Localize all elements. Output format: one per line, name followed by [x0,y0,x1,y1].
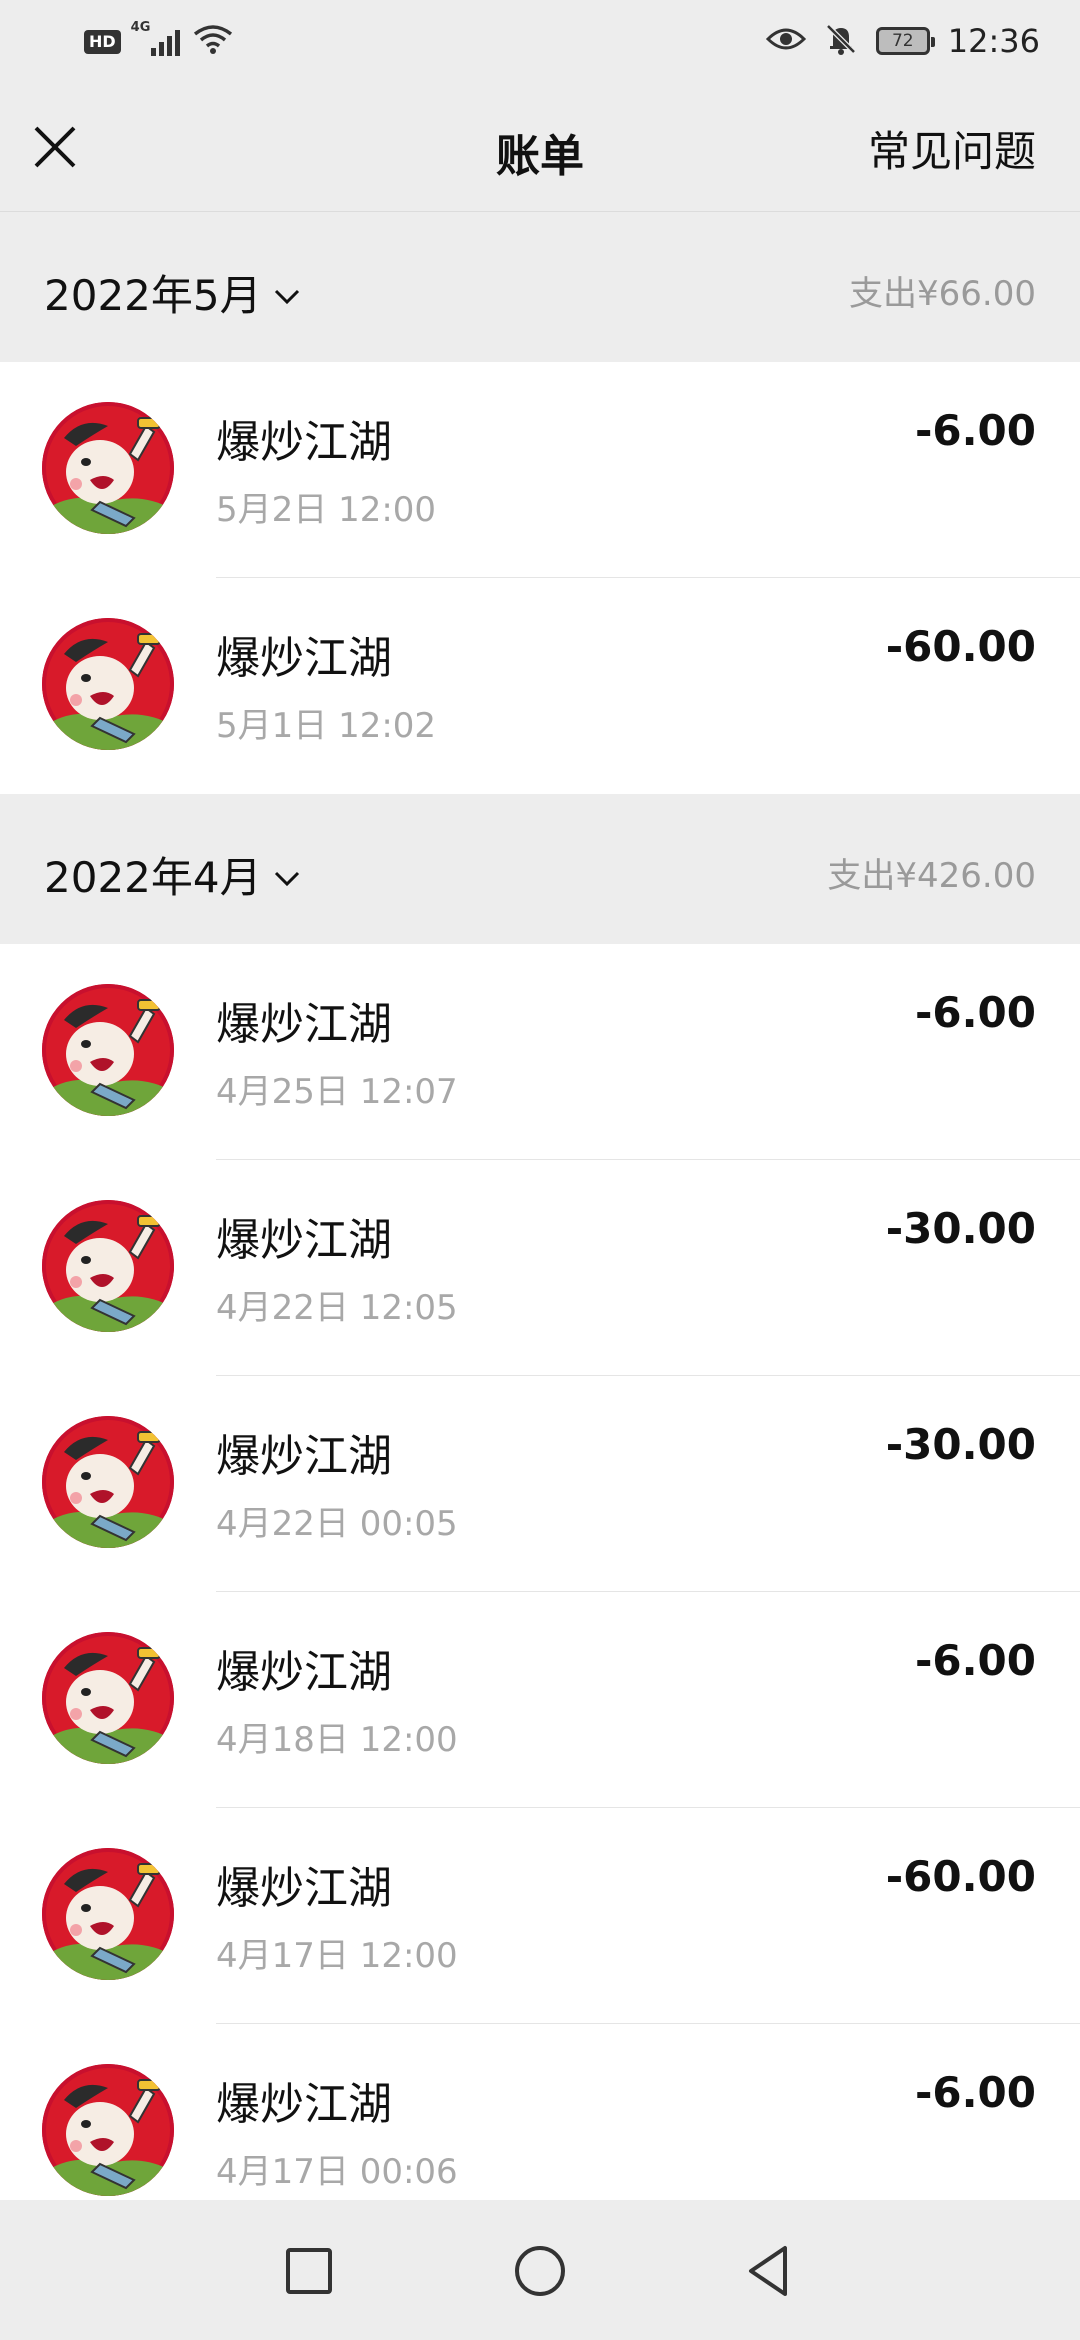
merchant-name: 爆炒江湖 [216,2079,392,2130]
avatar [42,1200,174,1332]
transaction-time: 5月2日 12:00 [216,490,437,530]
system-nav-bar [0,2200,1080,2340]
transaction-time: 4月22日 00:05 [216,1504,458,1544]
month-total: 支出¥426.00 [827,856,1036,896]
square-icon[interactable] [274,2236,344,2306]
transaction-amount: -30.00 [885,1204,1036,1253]
status-right: 72 12:36 [765,18,1040,64]
status-left: HD 4G [84,20,233,62]
battery-level: 72 [891,31,914,51]
transaction-time: 4月22日 12:05 [216,1288,458,1328]
circle-icon[interactable] [505,2236,575,2306]
close-icon[interactable] [30,122,80,172]
month-selector[interactable]: 2022年5月 [44,262,302,323]
status-bar: HD 4G 72 12:36 [0,0,1080,82]
battery-icon: 72 [875,27,935,55]
transaction-amount: -6.00 [914,2068,1036,2117]
avatar [42,402,174,534]
month-label: 2022年5月 [44,271,262,320]
transaction-amount: -60.00 [885,1852,1036,1901]
transaction-row[interactable]: 爆炒江湖 5月2日 12:00 -6.00 [0,362,1080,578]
transaction-amount: -6.00 [914,406,1036,455]
month-header: 2022年5月 支出¥66.00 [0,212,1080,362]
bill-content: 2022年5月 支出¥66.00 爆炒江湖 5月2日 12:00 -6.00 爆… [0,212,1080,2240]
transaction-list: 爆炒江湖 4月25日 12:07 -6.00 爆炒江湖 4月22日 12:05 … [0,944,1080,2240]
month-label: 2022年4月 [44,853,262,902]
transaction-amount: -30.00 [885,1420,1036,1469]
transaction-time: 4月17日 12:00 [216,1936,458,1976]
transaction-time: 4月18日 12:00 [216,1720,458,1760]
eye-icon [765,25,806,57]
chevron-down-icon [272,850,302,899]
transaction-amount: -6.00 [914,1636,1036,1685]
avatar [42,2064,174,2196]
transaction-time: 4月17日 00:06 [216,2152,458,2192]
transaction-row[interactable]: 爆炒江湖 4月18日 12:00 -6.00 [0,1592,1080,1808]
wifi-icon [193,24,233,60]
avatar [42,618,174,750]
transaction-amount: -60.00 [885,622,1036,671]
bell-muted-icon [824,22,858,60]
chevron-down-icon [272,268,302,317]
month-header: 2022年4月 支出¥426.00 [0,794,1080,944]
month-selector[interactable]: 2022年4月 [44,844,302,905]
merchant-name: 爆炒江湖 [216,1431,392,1482]
faq-link[interactable]: 常见问题 [868,118,1036,179]
merchant-name: 爆炒江湖 [216,1647,392,1698]
merchant-name: 爆炒江湖 [216,633,392,684]
transaction-time: 5月1日 12:02 [216,706,437,746]
transaction-row[interactable]: 爆炒江湖 4月22日 12:05 -30.00 [0,1160,1080,1376]
merchant-name: 爆炒江湖 [216,417,392,468]
transaction-row[interactable]: 爆炒江湖 4月25日 12:07 -6.00 [0,944,1080,1160]
transaction-row[interactable]: 爆炒江湖 5月1日 12:02 -60.00 [0,578,1080,794]
transaction-row[interactable]: 爆炒江湖 4月17日 12:00 -60.00 [0,1808,1080,2024]
signal-icon: 4G [131,20,183,58]
avatar [42,1632,174,1764]
avatar [42,1416,174,1548]
merchant-name: 爆炒江湖 [216,1863,392,1914]
transaction-list: 爆炒江湖 5月2日 12:00 -6.00 爆炒江湖 5月1日 12:02 -6… [0,362,1080,794]
merchant-name: 爆炒江湖 [216,999,392,1050]
month-total: 支出¥66.00 [849,274,1036,314]
status-time: 12:36 [947,22,1040,60]
avatar [42,984,174,1116]
merchant-name: 爆炒江湖 [216,1215,392,1266]
hd-badge: HD [84,30,121,54]
transaction-amount: -6.00 [914,988,1036,1037]
triangle-back-icon[interactable] [735,2236,805,2306]
transaction-time: 4月25日 12:07 [216,1072,458,1112]
avatar [42,1848,174,1980]
nav-bar: 账单 常见问题 [0,82,1080,212]
transaction-row[interactable]: 爆炒江湖 4月22日 00:05 -30.00 [0,1376,1080,1592]
